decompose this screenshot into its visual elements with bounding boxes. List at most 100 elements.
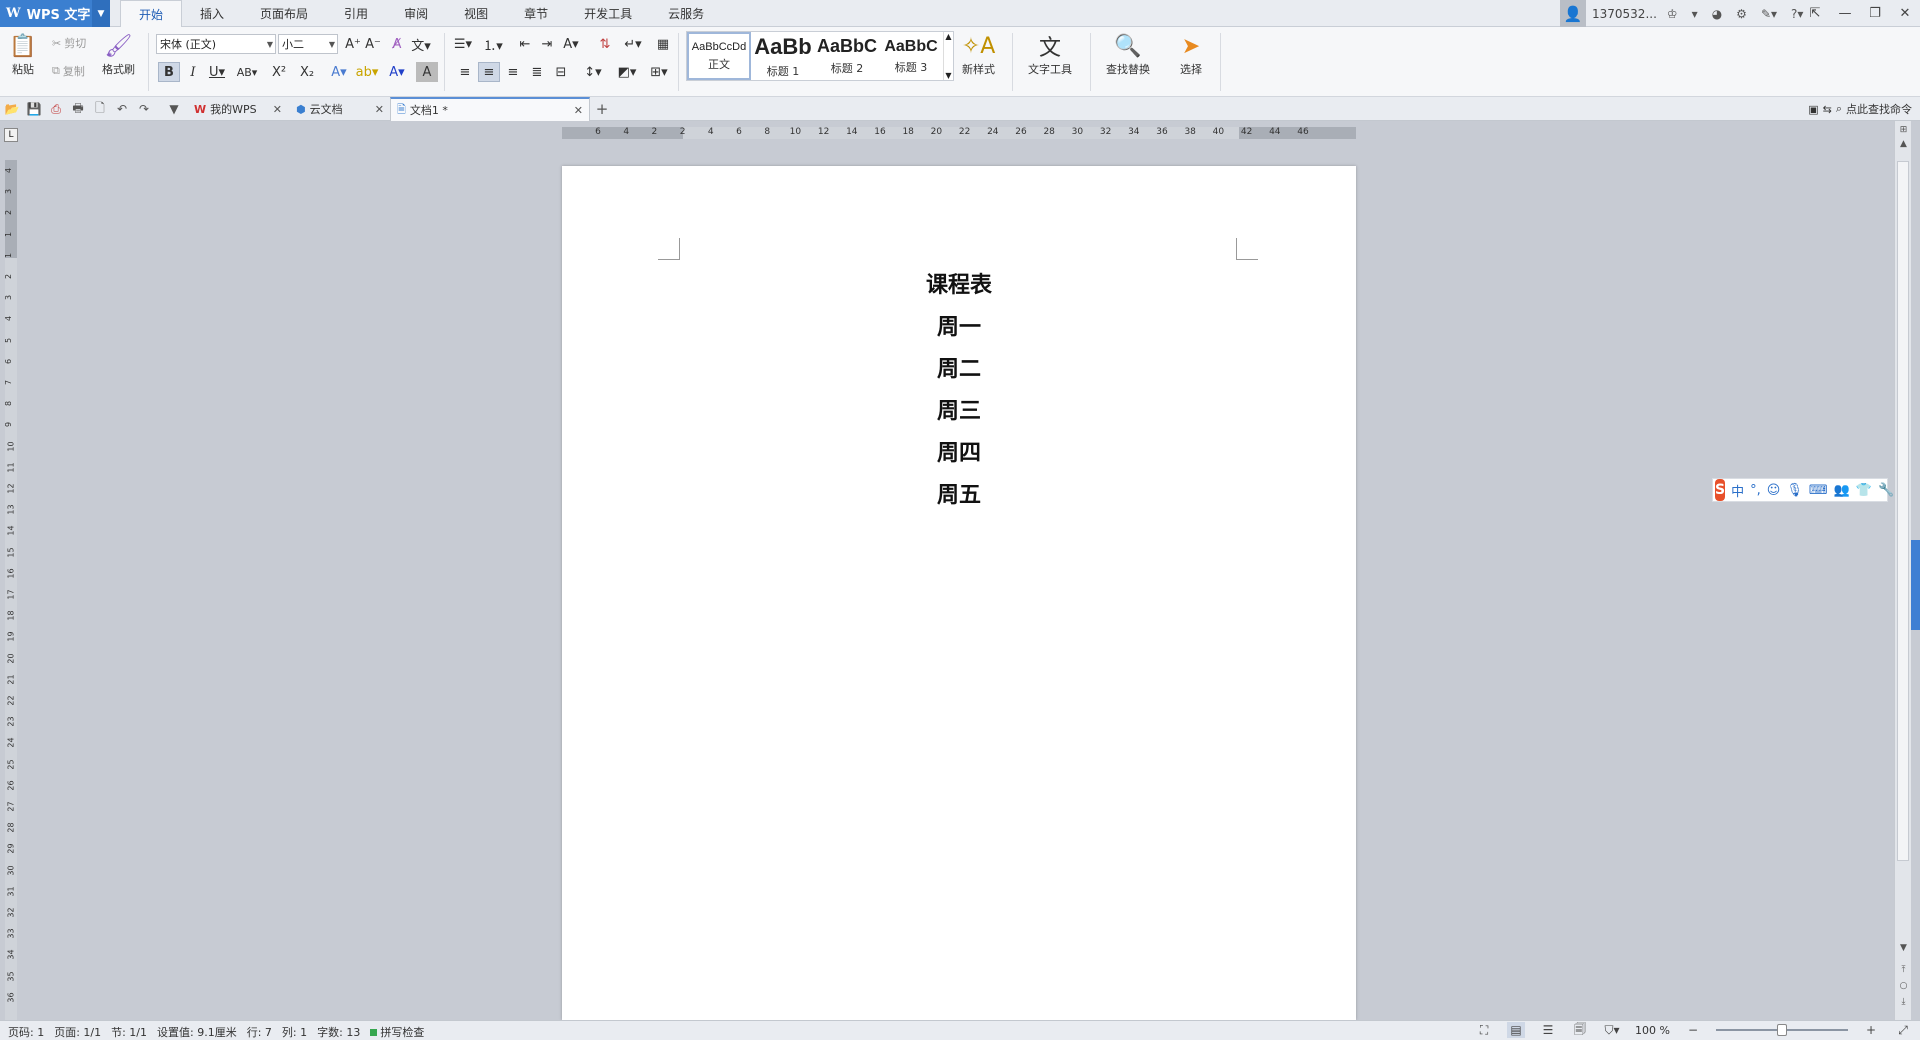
tab-4[interactable]: 审阅 <box>386 0 446 27</box>
redo-icon[interactable]: ↷ <box>136 101 152 117</box>
fullscreen-icon[interactable]: ⛶ <box>1475 1022 1493 1038</box>
shading-icon[interactable]: ◩▾ <box>616 62 638 82</box>
outline-view-icon[interactable]: ☰ <box>1539 1022 1557 1038</box>
zoom-in-icon[interactable]: + <box>1862 1022 1880 1038</box>
side-panel-handle[interactable] <box>1911 540 1920 630</box>
table-border-icon[interactable]: ▦ <box>652 34 674 54</box>
close-icon[interactable]: ✕ <box>375 103 384 116</box>
font-name-select[interactable]: 宋体 (正文) ▼ <box>156 34 276 54</box>
skin-icon[interactable]: ◕ <box>1708 7 1726 21</box>
minimize-button[interactable]: — <box>1830 0 1860 27</box>
status-pages[interactable]: 页面: 1/1 <box>54 1024 101 1040</box>
document-line[interactable]: 周五 <box>562 474 1356 516</box>
status-word-count[interactable]: 字数: 13 <box>317 1024 360 1040</box>
print-preview-icon[interactable]: 🗋 <box>92 101 108 117</box>
monitor-icon[interactable]: ▣ <box>1808 103 1818 116</box>
save-icon[interactable]: 💾 <box>26 101 42 117</box>
prev-page-icon[interactable]: ⤒ <box>1895 963 1912 977</box>
collapse-ribbon-icon[interactable]: ⇱ <box>1800 0 1830 27</box>
align-center-icon[interactable]: ≡ <box>478 62 500 82</box>
paste-button[interactable]: 📋 粘贴 <box>8 31 38 77</box>
ime-language[interactable]: 中 <box>1731 481 1744 500</box>
page-view-icon[interactable]: ▤ <box>1507 1022 1526 1038</box>
font-size-select[interactable]: 小二 ▼ <box>278 34 338 54</box>
keyboard-icon[interactable]: ⌨ <box>1809 483 1828 498</box>
bullet-list-icon[interactable]: ☰▾ <box>452 34 474 54</box>
align-right-icon[interactable]: ≡ <box>502 62 524 82</box>
status-column[interactable]: 列: 1 <box>282 1024 307 1040</box>
web-view-icon[interactable]: 🗐 <box>1571 1022 1589 1038</box>
document-line[interactable]: 周三 <box>562 390 1356 432</box>
clear-format-icon[interactable]: A̸ <box>386 34 408 54</box>
export-pdf-icon[interactable]: ⎙ <box>48 101 64 117</box>
copy-button[interactable]: ⧉ 复制 <box>52 63 85 79</box>
line-spacing-icon[interactable]: ↕▾ <box>582 62 604 82</box>
italic-button[interactable]: I <box>182 62 204 82</box>
app-menu-button[interactable]: W WPS 文字 ▼ <box>0 0 110 27</box>
undo-icon[interactable]: ↶ <box>114 101 130 117</box>
style-normal[interactable]: AaBbCcDd 正文 <box>687 32 751 80</box>
sogou-logo-icon[interactable]: S <box>1715 479 1726 501</box>
chevron-down-icon[interactable]: ▼ <box>92 0 110 27</box>
account-name[interactable]: 1370532... <box>1592 7 1657 21</box>
tab-stop-selector[interactable]: L <box>4 128 18 142</box>
select-button[interactable]: ➤ 选择 <box>1176 31 1206 77</box>
document-page[interactable]: 课程表 周一 周二 周三 周四 周五 <box>562 166 1356 1020</box>
format-painter-button[interactable]: 🖌 格式刷 <box>102 31 135 77</box>
microphone-icon[interactable]: 🎙 <box>1786 483 1803 498</box>
zoom-level[interactable]: 100 % <box>1635 1024 1670 1037</box>
text-tools-button[interactable]: 文 文字工具 <box>1028 31 1072 77</box>
align-left-icon[interactable]: ≡ <box>454 62 476 82</box>
scroll-up-icon[interactable]: ▲ <box>1895 137 1912 151</box>
vertical-ruler[interactable]: 4 3 2 1 1 2 3 4 5 6 7 8 9 10 11 12 13 14 15 16 17 18 19 20 21 22 2… <box>4 160 17 1020</box>
restore-button[interactable]: ❐ <box>1860 0 1890 27</box>
style-heading-2[interactable]: AaBbC 标题 2 <box>815 32 879 80</box>
tab-0[interactable]: 开始 <box>120 0 183 28</box>
tab-cloud-docs[interactable]: ⬢ 云文档 ✕ <box>290 97 390 121</box>
tab-8[interactable]: 云服务 <box>650 0 722 27</box>
styles-scroll[interactable]: ▲ ▼ <box>943 32 953 80</box>
borders-icon[interactable]: ⊞▾ <box>648 62 670 82</box>
text-effect-icon[interactable]: A▾ <box>328 62 350 82</box>
status-page-number[interactable]: 页码: 1 <box>8 1024 44 1040</box>
tab-3[interactable]: 引用 <box>326 0 386 27</box>
print-icon[interactable]: 🖶 <box>70 101 86 117</box>
document-line[interactable]: 周二 <box>562 348 1356 390</box>
document-line[interactable]: 周一 <box>562 306 1356 348</box>
new-style-button[interactable]: ✧A 新样式 <box>962 31 995 77</box>
status-row[interactable]: 行: 7 <box>247 1024 272 1040</box>
grow-font-icon[interactable]: A⁺ <box>342 34 364 54</box>
font-color-icon[interactable]: A▾ <box>386 62 408 82</box>
emoji-icon[interactable]: ☺ <box>1767 483 1781 498</box>
tab-2[interactable]: 页面布局 <box>242 0 326 27</box>
chevron-down-icon[interactable]: ▼ <box>945 71 951 80</box>
justify-icon[interactable]: ≣ <box>526 62 548 82</box>
browse-object-icon[interactable]: ○ <box>1895 979 1912 993</box>
punctuation-icon[interactable]: °, <box>1750 483 1761 498</box>
open-icon[interactable]: 📂 <box>4 101 20 117</box>
tab-my-wps[interactable]: W 我的WPS ✕ <box>188 97 288 121</box>
zoom-out-icon[interactable]: − <box>1684 1022 1702 1038</box>
reading-mode-icon[interactable]: ⛉▾ <box>1603 1022 1621 1038</box>
subscript-button[interactable]: X₂ <box>296 62 318 82</box>
increase-indent-icon[interactable]: ⇥ <box>536 34 558 54</box>
user-icon[interactable]: 👥 <box>1834 483 1850 498</box>
strikethrough-button[interactable]: AB▾ <box>236 62 258 82</box>
chevron-up-icon[interactable]: ▲ <box>945 32 951 41</box>
crown-icon[interactable]: ♔ <box>1663 7 1682 21</box>
decrease-indent-icon[interactable]: ⇤ <box>514 34 536 54</box>
feedback-icon[interactable]: ✎▾ <box>1757 7 1781 21</box>
tab-7[interactable]: 开发工具 <box>566 0 650 27</box>
highlight-icon[interactable]: ab▾ <box>356 62 379 82</box>
cut-button[interactable]: ✂ 剪切 <box>52 35 86 51</box>
settings-icon[interactable]: ⚙ <box>1732 7 1751 21</box>
status-setting[interactable]: 设置值: 9.1厘米 <box>157 1024 237 1040</box>
ruler-toggle-icon[interactable]: ⊞ <box>1895 123 1912 137</box>
superscript-button[interactable]: X² <box>268 62 290 82</box>
wrench-icon[interactable]: 🔧 <box>1878 483 1894 498</box>
style-heading-1[interactable]: AaBb 标题 1 <box>751 32 815 80</box>
sort-icon[interactable]: ⇅ <box>594 34 616 54</box>
document-line[interactable]: 周四 <box>562 432 1356 474</box>
zoom-slider-knob[interactable] <box>1777 1024 1787 1036</box>
distribute-icon[interactable]: ⊟ <box>550 62 572 82</box>
